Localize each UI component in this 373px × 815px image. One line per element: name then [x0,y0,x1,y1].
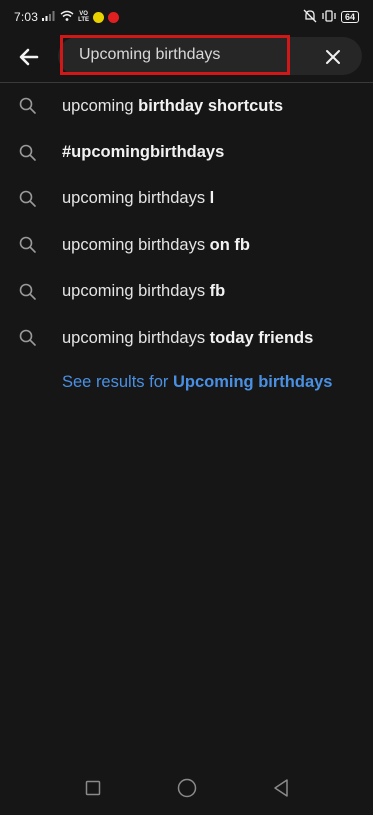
volte-icon: VO LTE [78,11,89,23]
search-icon [19,144,36,161]
suggestion-text: upcoming birthdays today friends [62,329,313,348]
search-icon [19,237,36,254]
see-results-link[interactable]: See results for Upcoming birthdays [62,373,332,392]
status-time: 7:03 [14,10,39,24]
suggestion-plain-text: upcoming birthdays [62,235,210,254]
vibrate-icon [321,9,337,25]
suggestion-bold-text: today friends [209,328,314,347]
home-button[interactable] [175,776,199,800]
search-icon [19,97,36,114]
volte-bottom-label: LTE [78,17,90,23]
arrow-left-icon [19,48,39,66]
triangle-back-icon [274,779,288,797]
suggestion-item[interactable]: upcoming birthdays on fb [0,222,373,268]
suggestion-plain-text: upcoming birthdays [62,189,210,208]
search-header [0,34,373,80]
circle-icon [177,778,197,798]
suggestion-item[interactable]: upcoming birthdays today friends [0,315,373,361]
signal-icon [42,10,56,24]
search-icon [19,283,36,300]
suggestion-item[interactable]: upcoming birthday shortcuts [0,83,373,129]
see-results-prefix: See results for [62,373,173,391]
clear-search-button[interactable] [316,40,350,74]
see-results-query: Upcoming birthdays [172,373,333,391]
suggestion-item[interactable]: #upcomingbirthdays [0,129,373,175]
status-right: 64 [303,9,359,26]
youtube-notification-icon [108,11,120,23]
suggestion-text: upcoming birthdays on fb [62,236,250,255]
close-icon [326,50,340,64]
search-icon [19,190,36,207]
status-bar: 7:03 VO LTE 64 [0,0,373,34]
suggestion-bold-text: #upcomingbirthdays [62,143,225,162]
status-left: 7:03 VO LTE [14,10,120,24]
search-icon [19,329,36,346]
suggestion-item[interactable]: upcoming birthdays l [0,176,373,222]
battery-indicator: 64 [340,11,359,23]
system-back-button[interactable] [269,776,293,800]
suggestion-list: upcoming birthday shortcuts #upcomingbir… [0,83,373,361]
suggestion-text: upcoming birthdays fb [62,282,225,301]
wifi-icon [60,10,74,24]
suggestion-text: #upcomingbirthdays [62,143,224,162]
notification-app-icon [93,11,105,23]
recents-button[interactable] [81,776,105,800]
mute-bell-icon [303,9,317,26]
search-input[interactable] [60,35,290,75]
suggestion-bold-text: on fb [209,235,250,254]
back-button[interactable] [12,40,46,74]
suggestion-bold-text: l [209,189,215,208]
suggestion-text: upcoming birthdays l [62,189,214,208]
suggestion-bold-text: fb [209,282,226,301]
square-icon [85,780,101,796]
suggestion-plain-text: upcoming [62,96,139,115]
suggestion-plain-text: upcoming birthdays [62,328,210,347]
suggestion-plain-text: upcoming birthdays [62,282,210,301]
suggestion-bold-text: birthday shortcuts [138,96,283,115]
suggestion-item[interactable]: upcoming birthdays fb [0,269,373,315]
system-nav-bar [0,766,373,810]
suggestion-text: upcoming birthday shortcuts [62,97,283,116]
